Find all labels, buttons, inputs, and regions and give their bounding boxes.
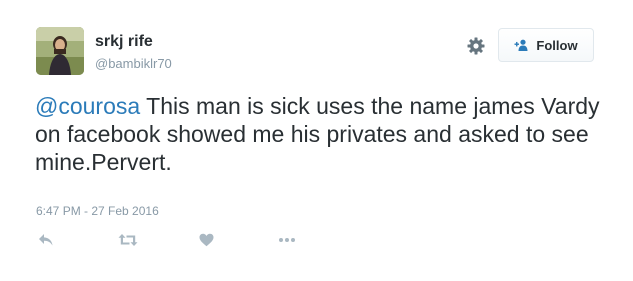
- like-heart-icon[interactable]: [199, 230, 214, 250]
- tweet-card: srkj rife @bambiklr70 Follow @courosa Th…: [0, 0, 633, 281]
- add-user-icon: [514, 39, 530, 51]
- avatar-photo: [36, 27, 84, 75]
- tweet-text: @courosa This man is sick uses the name …: [35, 92, 625, 176]
- user-display-name[interactable]: srkj rife: [95, 33, 153, 51]
- user-avatar[interactable]: [36, 27, 84, 75]
- tweet-mention-link[interactable]: @courosa: [35, 93, 140, 119]
- reply-icon[interactable]: [38, 230, 54, 250]
- follow-label: Follow: [536, 37, 578, 53]
- retweet-icon[interactable]: [118, 230, 138, 250]
- user-handle[interactable]: @bambiklr70: [95, 56, 172, 71]
- more-options-icon[interactable]: [278, 230, 296, 250]
- tweet-timestamp[interactable]: 6:47 PM - 27 Feb 2016: [36, 204, 159, 218]
- gear-icon[interactable]: [466, 36, 486, 56]
- follow-button[interactable]: Follow: [498, 28, 594, 62]
